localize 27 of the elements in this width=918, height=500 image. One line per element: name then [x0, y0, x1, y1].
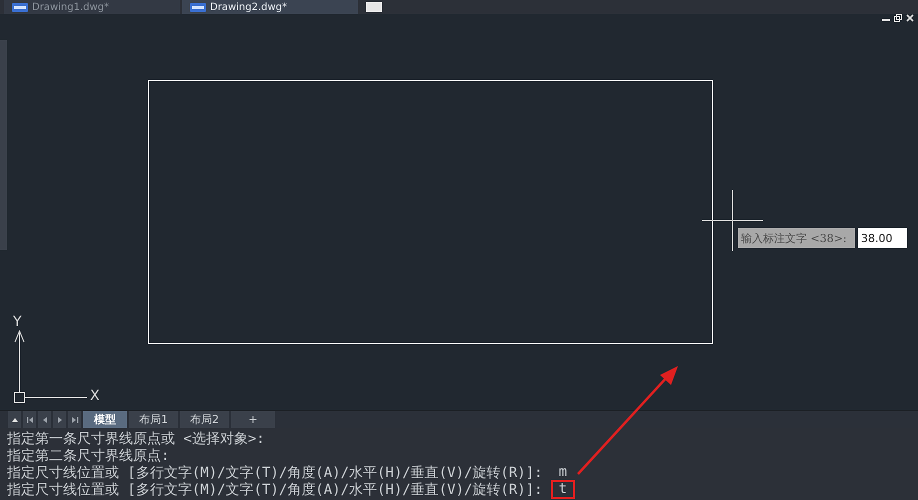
file-icon: [190, 2, 206, 12]
layout-tab[interactable]: +: [231, 411, 275, 428]
previous-layout-icon[interactable]: [38, 411, 51, 428]
typed-text: t: [550, 480, 576, 499]
crosshair-cursor-icon: [702, 190, 763, 251]
document-tab[interactable]: Drawing2.dwg*: [182, 0, 358, 14]
scroll-up-icon[interactable]: [8, 411, 21, 428]
command-line: 指定第一条尺寸界线原点或 <选择对象>:: [7, 430, 265, 448]
command-line: 指定尺寸线位置或 [多行文字(M)/文字(T)/角度(A)/水平(H)/垂直(V)/旋转(R)]:: [7, 464, 543, 482]
restore-icon[interactable]: [894, 14, 902, 22]
first-layout-icon[interactable]: [23, 411, 36, 428]
dimension-text-input[interactable]: 38.00: [858, 228, 907, 248]
ucs-axes-icon: [12, 330, 88, 403]
layout-tab[interactable]: 布局2: [180, 411, 229, 428]
file-icon: [12, 2, 28, 12]
command-line: 指定尺寸线位置或 [多行文字(M)/文字(T)/角度(A)/水平(H)/垂直(V)/旋转(R)]:: [7, 480, 543, 498]
command-line: 指定第二条尺寸界线原点:: [7, 446, 170, 464]
typed-text: m: [558, 463, 568, 482]
x-axis-label: X: [90, 388, 100, 404]
last-layout-icon[interactable]: [68, 411, 81, 428]
document-tab[interactable]: Drawing1.dwg*: [4, 0, 180, 14]
close-icon[interactable]: [906, 14, 914, 22]
layout-tab[interactable]: 模型: [83, 411, 127, 428]
dimension-text-prompt: 输入标注文字 <38>:: [738, 228, 855, 248]
y-axis-label: Y: [13, 314, 22, 330]
layout-tab[interactable]: 布局1: [129, 411, 178, 428]
next-layout-icon[interactable]: [53, 411, 66, 428]
